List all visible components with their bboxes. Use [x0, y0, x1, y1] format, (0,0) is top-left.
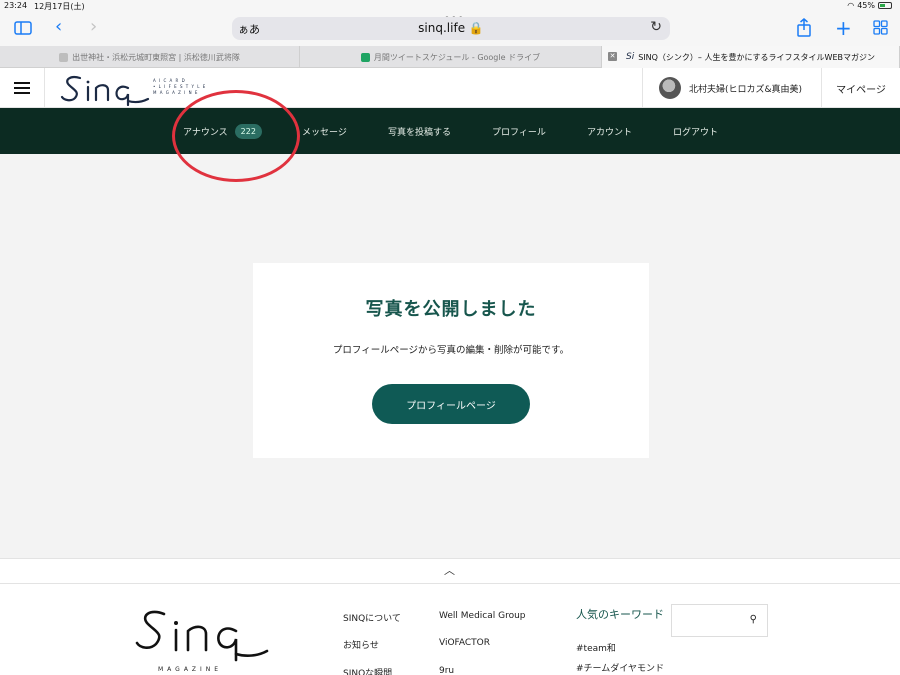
sinq-favicon-icon: Si [625, 52, 635, 62]
keyword-tag[interactable]: #team和 [576, 641, 616, 654]
footer-link-9ru[interactable]: 9ru [439, 666, 454, 675]
sidebar-icon[interactable] [14, 21, 32, 35]
keyword-heading: 人気のキーワード [576, 608, 664, 621]
reload-icon[interactable]: ↻ [650, 19, 662, 35]
wifi-icon: ◠ [847, 1, 855, 10]
chevron-up-icon[interactable]: ︿ [444, 562, 455, 578]
tab-title: SINQ（シンク）– 人生を豊かにするライフスタイルWEBマガジン [638, 52, 875, 62]
logo-tagline: A I C A R D • L I F E S T Y L E M A G A … [153, 78, 207, 95]
card-description: プロフィールページから写真の編集・削除が可能です。 [332, 345, 570, 356]
mypage-link[interactable]: マイページ [822, 68, 900, 108]
browser-tab-3-active[interactable]: ✕ Si SINQ（シンク）– 人生を豊かにするライフスタイルWEBマガジン [602, 46, 900, 68]
user-menu[interactable]: 北村夫婦(ヒロカズ&真由美) [642, 68, 822, 108]
footer-link-viofactor[interactable]: ViOFACTOR [439, 638, 490, 648]
nav-logout[interactable]: ログアウト [673, 108, 718, 154]
address-bar[interactable]: ぁあ sinq.life 🔒 ↻ [232, 17, 670, 40]
new-tab-icon[interactable]: + [835, 16, 852, 40]
back-to-top-bar[interactable]: ︿ [0, 558, 900, 584]
battery-percent: 45% [857, 1, 875, 10]
nav-account[interactable]: アカウント [587, 108, 632, 154]
tab-overview-icon[interactable] [873, 20, 888, 35]
status-time: 23:24 [4, 1, 28, 10]
success-card: 写真を公開しました プロフィールページから写真の編集・削除が可能です。 プロフィ… [253, 263, 649, 458]
browser-tab-bar: 出世神社・浜松元城町東照宮 | 浜松徳川武将隊 月間ツイートスケジュール - G… [0, 46, 900, 68]
site-footer: MAGAZINE SINQについて お知らせ SINQな瞬間 Well Medi… [0, 584, 900, 675]
footer-search-input[interactable]: ⚲ [671, 604, 768, 637]
browser-toolbar: ••• ‹ › ぁあ sinq.life 🔒 ↻ + [0, 12, 900, 46]
close-tab-icon[interactable]: ✕ [608, 52, 617, 61]
browser-tab-1[interactable]: 出世神社・浜松元城町東照宮 | 浜松徳川武将隊 [0, 46, 300, 68]
status-bar: 23:24 12月17日(土) ◠ 45% [0, 0, 900, 12]
footer-link-about[interactable]: SINQについて [343, 611, 401, 624]
battery-indicator: ◠ 45% [847, 1, 892, 10]
footer-sinq-logo[interactable] [134, 602, 270, 662]
footer-logo-sub: MAGAZINE [158, 666, 223, 673]
tab-title: 月間ツイートスケジュール - Google ドライブ [373, 52, 541, 62]
battery-icon [878, 2, 892, 9]
user-name: 北村夫婦(ヒロカズ&真由美) [689, 84, 803, 95]
nav-profile[interactable]: プロフィール [492, 108, 546, 154]
back-icon[interactable]: ‹ [55, 16, 62, 37]
site-header: A I C A R D • L I F E S T Y L E M A G A … [0, 68, 900, 108]
footer-link-wellmedical[interactable]: Well Medical Group [439, 611, 526, 621]
nav-message[interactable]: メッセージ [302, 108, 347, 154]
card-title: 写真を公開しました [365, 299, 537, 320]
main-nav: アナウンス 222 メッセージ 写真を投稿する プロフィール アカウント ログア… [0, 108, 900, 154]
url-text: sinq.life 🔒 [418, 21, 484, 35]
sinq-logo[interactable] [60, 72, 150, 106]
nav-post-photo[interactable]: 写真を投稿する [388, 108, 451, 154]
keyword-tag[interactable]: #チームダイヤモンド [576, 661, 664, 674]
forward-icon[interactable]: › [90, 16, 97, 37]
highlight-circle-annotation [172, 90, 300, 182]
footer-link-news[interactable]: お知らせ [343, 638, 379, 651]
status-date: 12月17日(土) [34, 2, 85, 11]
avatar [659, 77, 681, 99]
profile-page-button[interactable]: プロフィールページ [372, 384, 530, 424]
tab-favicon-icon [59, 52, 69, 62]
browser-tab-2[interactable]: 月間ツイートスケジュール - Google ドライブ [300, 46, 602, 68]
divider [44, 68, 45, 108]
menu-icon[interactable] [14, 82, 30, 94]
tab-title: 出世神社・浜松元城町東照宮 | 浜松徳川武将隊 [72, 52, 240, 62]
search-icon[interactable]: ⚲ [750, 614, 757, 625]
sheets-favicon-icon [360, 52, 370, 62]
share-icon[interactable] [796, 18, 812, 37]
footer-link-moments[interactable]: SINQな瞬間 [343, 666, 392, 675]
